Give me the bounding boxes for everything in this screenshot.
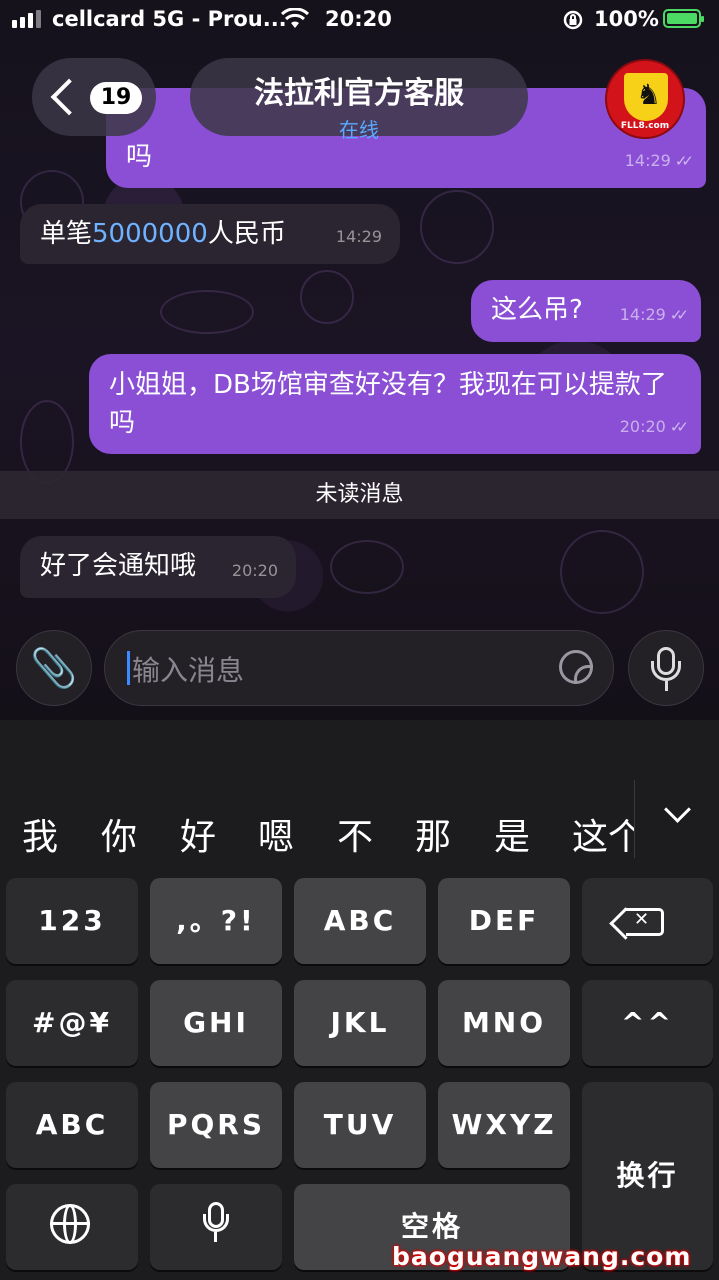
text-caret [127, 651, 130, 685]
unread-messages-divider: 未读消息 [0, 471, 719, 519]
microphone-icon-base [651, 661, 681, 681]
carrier-name: cellcard 5G - Prou... [52, 7, 287, 31]
microphone-icon-stem [665, 681, 668, 691]
sticker-icon[interactable] [559, 650, 593, 684]
prancing-horse-icon: ♞ [636, 78, 662, 111]
message-text-prefix: 单笔 [40, 219, 93, 249]
wifi-icon [280, 7, 310, 35]
chat-area[interactable]: 吗 14:29 ✓✓ 单笔5000000人民币 14:29 这么吊? 14:29… [0, 0, 719, 720]
candidate-bar: 我 你 好 嗯 不 那 是 这个 [0, 780, 719, 880]
message-meta: 14:29 ✓✓ [624, 142, 694, 180]
key-jkl[interactable]: JKL [294, 980, 426, 1066]
key-pqrs[interactable]: PQRS [150, 1082, 282, 1168]
wallpaper-doodle [160, 290, 254, 334]
battery-percentage: 100% [594, 7, 659, 31]
key-english-switch[interactable]: ABC [6, 1082, 138, 1168]
wallpaper-doodle [420, 190, 494, 264]
orientation-lock-icon [562, 9, 584, 36]
key-emoticon[interactable]: ^^ [582, 980, 713, 1066]
candidate-word[interactable]: 是 [494, 808, 530, 860]
message-text: 吗 [126, 142, 153, 172]
message-meta: 20:20 [232, 552, 278, 590]
dictation-key[interactable] [150, 1184, 282, 1270]
key-abc[interactable]: ABC [294, 878, 426, 964]
avatar[interactable]: ♞ FLL8.com [605, 59, 685, 139]
read-checkmarks-icon: ✓✓ [669, 306, 689, 324]
globe-icon [50, 1204, 90, 1244]
message-text: 好了会通知哦 [40, 551, 197, 581]
microphone-icon-base [203, 1214, 229, 1232]
message-text: 这么吊? [491, 295, 583, 325]
message-meta: 14:29 [336, 218, 382, 256]
microphone-icon-stem [214, 1232, 217, 1242]
message-bubble-outgoing[interactable]: 小姐姐，DB场馆审查好没有？我现在可以提款了吗 20:20 ✓✓ [89, 354, 701, 454]
candidate-word[interactable]: 你 [101, 808, 137, 860]
candidate-word[interactable]: 这个 [572, 808, 634, 860]
key-mno[interactable]: MNO [438, 980, 570, 1066]
key-ghi[interactable]: GHI [150, 980, 282, 1066]
phone-number-link[interactable]: 5000000 [92, 219, 208, 249]
read-checkmarks-icon: ✓✓ [674, 152, 694, 170]
message-input[interactable]: 输入消息 [104, 630, 614, 706]
wallpaper-doodle [560, 530, 644, 614]
message-time: 14:29 [335, 227, 382, 246]
watermark: baoguangwang.com [392, 1242, 692, 1271]
message-time: 14:29 [624, 151, 671, 170]
key-wxyz[interactable]: WXYZ [438, 1082, 570, 1168]
key-tuv[interactable]: TUV [294, 1082, 426, 1168]
contact-name: 法拉利官方客服 [254, 76, 464, 111]
candidate-word[interactable]: 那 [415, 808, 451, 860]
message-bubble-outgoing[interactable]: 这么吊? 14:29 ✓✓ [471, 280, 701, 342]
paperclip-icon: 📎 [30, 646, 78, 690]
message-meta: 20:20 ✓✓ [619, 408, 689, 446]
message-text: 小姐姐，DB场馆审查好没有？我现在可以提款了吗 [109, 370, 667, 438]
backspace-icon [626, 908, 664, 936]
message-time: 20:20 [231, 561, 278, 580]
message-meta: 14:29 ✓✓ [619, 296, 689, 334]
online-status: 在线 [339, 118, 379, 142]
attach-button[interactable]: 📎 [16, 630, 92, 706]
message-bubble-incoming[interactable]: 好了会通知哦 20:20 [20, 536, 296, 598]
avatar-logo-text: FLL8.com [620, 121, 670, 131]
backspace-key[interactable] [582, 878, 713, 964]
candidate-word[interactable]: 好 [180, 808, 216, 860]
cellular-signal-icon [12, 10, 41, 28]
status-time: 20:20 [325, 7, 392, 31]
message-time: 20:20 [619, 417, 666, 436]
voice-record-button[interactable] [628, 630, 704, 706]
message-time: 14:29 [619, 305, 666, 324]
key-punctuation[interactable]: ,。?! [150, 878, 282, 964]
unread-count-badge: 19 [90, 82, 142, 114]
chevron-left-icon [50, 78, 88, 116]
chat-title[interactable]: 法拉利官方客服 在线 [190, 58, 528, 142]
battery-charging-icon [663, 9, 704, 28]
key-symbols[interactable]: #@¥ [6, 980, 138, 1066]
wallpaper-doodle [300, 270, 354, 324]
candidate-word[interactable]: 我 [22, 808, 58, 860]
message-text-suffix: 人民币 [207, 219, 286, 249]
wallpaper-doodle [330, 540, 404, 594]
status-bar: cellcard 5G - Prou... 20:20 100% [0, 0, 719, 40]
globe-key[interactable] [6, 1184, 138, 1270]
read-checkmarks-icon: ✓✓ [669, 418, 689, 436]
key-def[interactable]: DEF [438, 878, 570, 964]
candidate-word[interactable]: 嗯 [258, 808, 294, 860]
keyboard: 我 你 好 嗯 不 那 是 这个 123 ,。?! ABC DEF #@¥ GH… [0, 720, 719, 1280]
back-button[interactable]: 19 [32, 58, 156, 136]
message-bubble-incoming[interactable]: 单笔5000000人民币 14:29 [20, 204, 400, 264]
key-numbers[interactable]: 123 [6, 878, 138, 964]
message-input-placeholder: 输入消息 [132, 654, 245, 687]
candidate-word[interactable]: 不 [337, 808, 373, 860]
chevron-down-icon[interactable] [634, 780, 719, 858]
